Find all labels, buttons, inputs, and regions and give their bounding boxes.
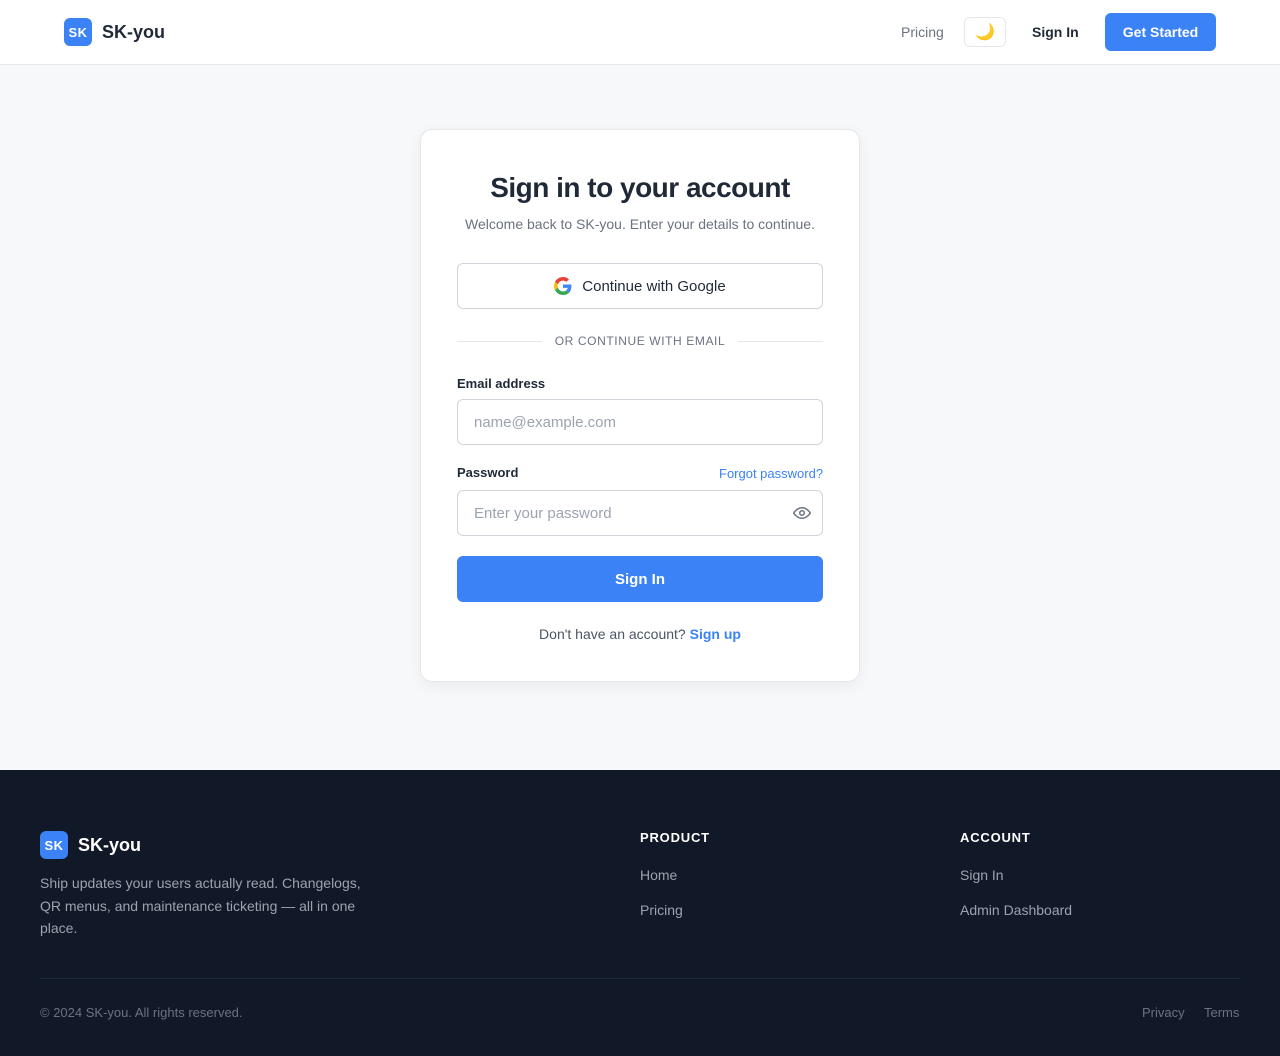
footer-account-title: ACCOUNT [960,830,1031,845]
site-footer: SK SK-you Ship updates your users actual… [0,770,1280,1056]
sign-in-submit-button[interactable]: Sign In [457,556,823,602]
sign-up-prompt: Don't have an account? Sign up [421,626,859,642]
google-icon [554,277,572,295]
google-sign-in-button[interactable]: Continue with Google [457,263,823,309]
footer-logo: SK [40,831,68,859]
page-title: Sign in to your account [490,172,790,203]
brand-logo: SK [64,18,92,46]
forgot-password-link[interactable]: Forgot password? [719,466,823,481]
email-label: Email address [457,376,546,391]
footer-link-home[interactable]: Home [640,867,677,883]
moon-icon: 🌙 [975,24,995,41]
sign-in-card: Sign in to your account Welcome back to … [420,129,860,682]
footer-link-admin-dashboard[interactable]: Admin Dashboard [960,902,1072,918]
email-divider: OR CONTINUE WITH EMAIL [457,333,824,349]
footer-divider [40,978,1240,979]
footer-brand-name: SK-you [78,834,141,855]
top-navbar: SK SK-you Pricing 🌙 Sign In Get Started [0,0,1280,65]
no-account-text: Don't have an account? [539,626,686,642]
divider-line-left [457,340,542,342]
divider-line-right [738,340,824,342]
eye-icon[interactable] [793,506,811,520]
footer-link-pricing[interactable]: Pricing [640,902,683,918]
brand-link[interactable]: SK SK-you [64,18,165,46]
divider-text: OR CONTINUE WITH EMAIL [554,334,726,348]
sign-up-link[interactable]: Sign up [690,626,741,642]
footer-terms-link[interactable]: Terms [1204,1005,1239,1020]
nav-pricing-link[interactable]: Pricing [901,24,944,40]
footer-privacy-link[interactable]: Privacy [1142,1005,1185,1020]
password-label: Password [457,465,519,480]
page-subtitle: Welcome back to SK-you. Enter your detai… [465,216,815,232]
brand-name: SK-you [102,21,165,42]
password-input[interactable] [457,490,823,536]
get-started-button[interactable]: Get Started [1105,13,1216,51]
footer-product-title: PRODUCT [640,830,710,845]
google-button-label: Continue with Google [582,277,726,295]
nav-sign-in-link[interactable]: Sign In [1032,24,1079,40]
footer-link-sign-in[interactable]: Sign In [960,867,1004,883]
footer-description: Ship updates your users actually read. C… [40,875,361,936]
footer-brand[interactable]: SK SK-you [40,831,141,859]
footer-copyright: © 2024 SK-you. All rights reserved. [40,1005,243,1020]
email-input[interactable] [457,399,823,445]
theme-toggle-button[interactable]: 🌙 [964,17,1006,47]
